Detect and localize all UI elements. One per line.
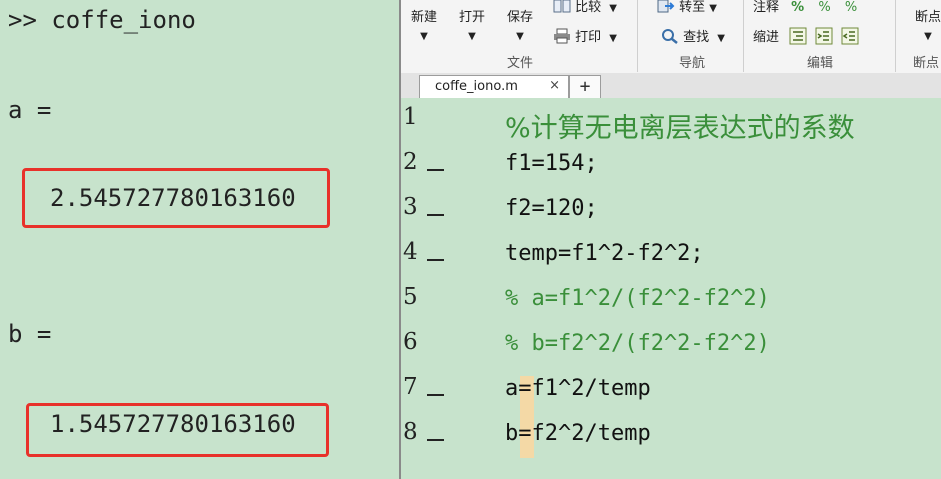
chevron-down-icon: ▼ — [717, 33, 725, 44]
output-b-label: b = — [8, 320, 52, 348]
compare-icon — [553, 0, 571, 18]
code-line[interactable]: 5 % a=f1^2/(f2^2-f2^2) — [401, 284, 941, 329]
chevron-down-icon: ▼ — [924, 31, 932, 42]
goto-icon — [657, 0, 675, 18]
close-icon[interactable]: × — [549, 78, 560, 93]
percent-icon: % — [791, 0, 805, 15]
increase-indent-icon — [815, 27, 833, 49]
new-button-label: 新建 — [411, 10, 438, 25]
chevron-down-icon: ▼ — [420, 31, 428, 42]
line-number: 5 — [403, 284, 418, 310]
code-text: a=f1^2/temp — [505, 376, 651, 401]
printer-icon — [553, 28, 571, 48]
comment-button-label: 注释 — [753, 0, 780, 15]
goto-button[interactable]: 转至 ▼ — [657, 0, 717, 18]
section-label-navigate: 导航 — [679, 56, 706, 71]
toolbar-separator — [743, 0, 744, 72]
code-line[interactable]: 4 temp=f1^2-f2^2; — [401, 239, 941, 284]
breakpoints-button-label: 断点 — [915, 10, 941, 25]
find-button-label: 查找 — [683, 30, 710, 45]
line-number: 1 — [403, 104, 418, 130]
compare-button-label: 比较 — [575, 0, 602, 15]
chevron-down-icon: ▼ — [709, 3, 717, 14]
smart-indent-icon — [789, 27, 807, 49]
line-number: 8 — [403, 419, 418, 445]
wrap-comment-icon: % — [844, 0, 858, 15]
line-number: 3 — [403, 194, 418, 220]
chevron-down-icon: ▼ — [609, 3, 617, 14]
code-editor[interactable]: 1 %计算无电离层表达式的系数 2 f1=154; 3 f2=120; 4 temp=f1^2… — [401, 98, 941, 479]
output-a-value: 2.545727780163160 — [50, 184, 296, 212]
comment-button[interactable]: 注释 % % % — [753, 0, 857, 15]
code-text: f2=120; — [505, 196, 598, 221]
uncomment-icon: % — [818, 0, 831, 15]
code-text: %计算无电离层表达式的系数 — [505, 113, 855, 144]
toolbar-separator — [895, 0, 896, 72]
print-button[interactable]: 打印 ▼ — [553, 26, 617, 48]
code-line[interactable]: 6 % b=f2^2/(f2^2-f2^2) — [401, 329, 941, 374]
toolbar-separator — [637, 0, 638, 72]
output-a-label: a = — [8, 96, 52, 124]
tab-coffe-iono[interactable]: coffe_iono.m × — [419, 75, 569, 99]
code-line[interactable]: 2 f1=154; — [401, 149, 941, 194]
line-number: 6 — [403, 329, 418, 355]
code-text: f1=154; — [505, 151, 598, 176]
line-number: 7 — [403, 374, 418, 400]
open-button-label: 打开 — [459, 10, 486, 25]
tab-label: coffe_iono.m — [435, 79, 518, 94]
code-text: % b=f2^2/(f2^2-f2^2) — [505, 331, 770, 356]
chevron-down-icon: ▼ — [516, 31, 524, 42]
breakpoint-marker[interactable] — [427, 394, 444, 396]
decrease-indent-icon — [841, 27, 859, 49]
code-text: b=f2^2/temp — [505, 421, 651, 446]
breakpoint-marker[interactable] — [427, 439, 444, 441]
compare-button[interactable]: 比较 ▼ — [553, 0, 617, 18]
code-line[interactable]: 7 a=f1^2/temp — [401, 374, 941, 419]
save-button[interactable]: 保存 ▼ — [507, 6, 533, 42]
indent-button[interactable]: 缩进 — [753, 26, 859, 49]
add-tab-button[interactable]: + — [569, 75, 601, 99]
search-icon — [661, 28, 679, 48]
code-text: % a=f1^2/(f2^2-f2^2) — [505, 286, 770, 311]
chevron-down-icon: ▼ — [609, 33, 617, 44]
code-text: temp=f1^2-f2^2; — [505, 241, 704, 266]
line-number: 4 — [403, 239, 418, 265]
breakpoint-marker[interactable] — [427, 214, 444, 216]
code-line[interactable]: 3 f2=120; — [401, 194, 941, 239]
section-label-edit: 编辑 — [807, 56, 834, 71]
editor-tab-bar: coffe_iono.m × + — [401, 73, 941, 99]
save-button-label: 保存 — [507, 10, 534, 25]
output-b-value: 1.545727780163160 — [50, 410, 296, 438]
find-button[interactable]: 查找 ▼ — [661, 26, 725, 48]
section-label-file: 文件 — [507, 56, 534, 71]
new-button[interactable]: 新建 ▼ — [411, 6, 437, 42]
command-prompt-line: >> coffe_iono — [8, 6, 196, 34]
breakpoint-marker[interactable] — [427, 169, 444, 171]
goto-button-label: 转至 — [679, 0, 706, 15]
line-number: 2 — [403, 149, 418, 175]
breakpoint-marker[interactable] — [427, 259, 444, 261]
code-line[interactable]: 8 b=f2^2/temp — [401, 419, 941, 464]
code-line[interactable]: 1 %计算无电离层表达式的系数 — [401, 104, 941, 149]
editor-toolstrip: 新建 ▼ 打开 ▼ 保存 ▼ 比较 ▼ 打印 ▼ 转至 ▼ 查找 ▼ 注释 % … — [401, 0, 941, 74]
chevron-down-icon: ▼ — [468, 31, 476, 42]
section-label-breakpoints: 断点 — [913, 56, 940, 71]
print-button-label: 打印 — [575, 30, 602, 45]
command-window[interactable]: >> coffe_iono a = 2.545727780163160 b = … — [0, 0, 399, 479]
open-button[interactable]: 打开 ▼ — [459, 6, 485, 42]
indent-button-label: 缩进 — [753, 30, 780, 45]
breakpoints-button[interactable]: 断点 ▼ — [915, 6, 941, 42]
